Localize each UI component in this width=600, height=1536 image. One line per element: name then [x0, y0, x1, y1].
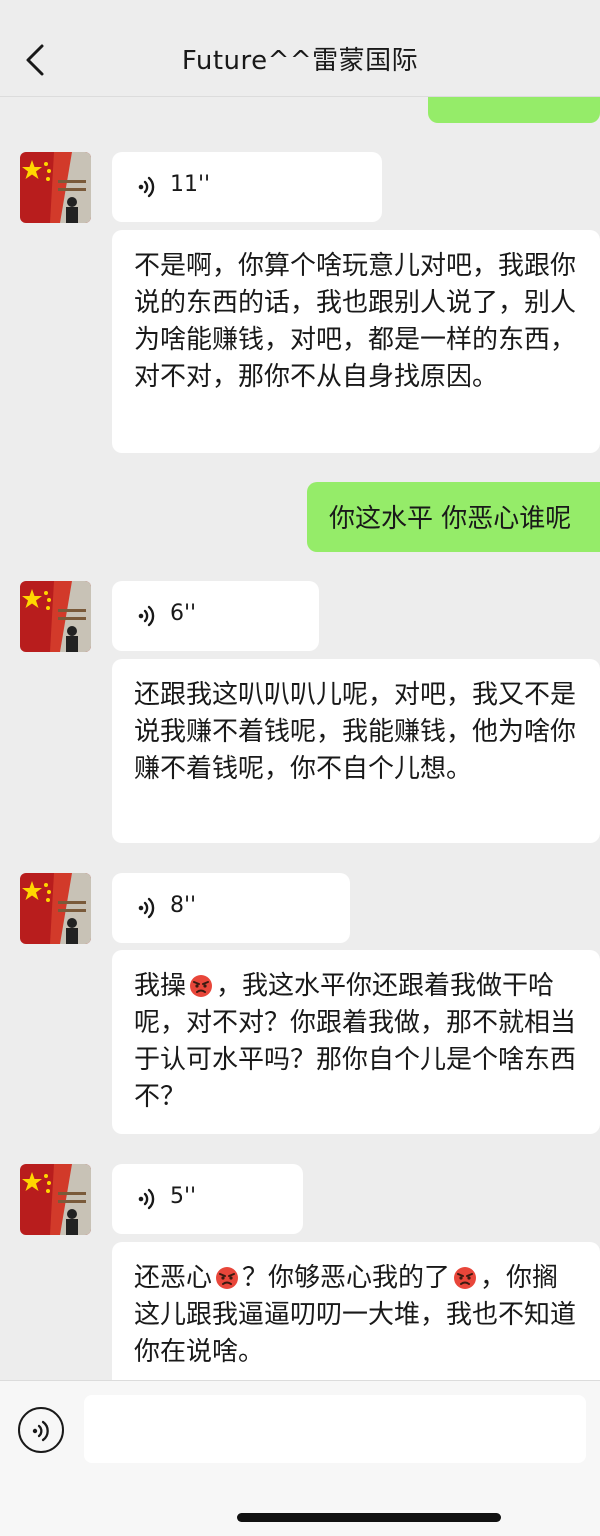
voice-message-bubble[interactable]: 6'' — [112, 581, 319, 651]
voice-input-button[interactable] — [18, 1407, 64, 1453]
angry-face-emoji-icon — [454, 1267, 477, 1289]
outgoing-message-bubble[interactable]: 你这水平 你恶心谁呢 — [307, 482, 600, 552]
message-input[interactable] — [84, 1395, 586, 1463]
outgoing-bubble-partial[interactable] — [428, 97, 600, 123]
voice-waves-icon — [138, 1188, 155, 1210]
voice-input-icon — [32, 1420, 49, 1442]
contact-avatar[interactable] — [20, 152, 91, 223]
transcript-text: 还恶心 — [134, 1263, 213, 1293]
voice-waves-icon — [138, 897, 155, 919]
voice-duration: 11'' — [170, 172, 211, 197]
transcript-text: 还跟我这叭叭叭儿呢，对吧，我又不是说我赚不着钱呢，我能赚钱，他为啥你赚不着钱呢，… — [134, 680, 577, 784]
message-list[interactable]: 11'' 不是啊，你算个啥玩意儿对吧，我跟你说的东西的话，我也跟别人说了，别人为… — [0, 97, 600, 1380]
voice-waves-icon — [138, 605, 155, 627]
outgoing-message-text: 你这水平 你恶心谁呢 — [329, 504, 572, 534]
home-indicator — [237, 1513, 501, 1522]
voice-transcript: 还跟我这叭叭叭儿呢，对吧，我又不是说我赚不着钱呢，我能赚钱，他为啥你赚不着钱呢，… — [112, 659, 600, 843]
transcript-text: ？你够恶心我的了 — [242, 1263, 451, 1293]
voice-waves-icon — [138, 176, 155, 198]
contact-avatar[interactable] — [20, 1164, 91, 1235]
voice-message-bubble[interactable]: 5'' — [112, 1164, 303, 1234]
contact-avatar[interactable] — [20, 581, 91, 652]
chat-title: Future^^雷蒙国际 — [181, 46, 419, 76]
chat-header: Future^^雷蒙国际 — [0, 0, 600, 97]
angry-face-emoji-icon — [216, 1267, 239, 1289]
voice-transcript: 我操 ，我这水平你还跟着我做干哈呢，对不对？你跟着我做，那不就相当于认可水平吗？… — [112, 950, 600, 1134]
voice-transcript: 还恶心 ？你够恶心我的了 ，你搁这儿跟我逼逼叨叨一大堆，我也不知道你在说啥。 — [112, 1242, 600, 1380]
angry-face-emoji-icon — [190, 975, 213, 997]
voice-duration: 5'' — [170, 1184, 197, 1209]
voice-duration: 6'' — [170, 601, 197, 626]
contact-avatar[interactable] — [20, 873, 91, 944]
voice-message-bubble[interactable]: 11'' — [112, 152, 382, 222]
transcript-text: 我操 — [134, 971, 187, 1001]
voice-duration: 8'' — [170, 893, 197, 918]
voice-transcript: 不是啊，你算个啥玩意儿对吧，我跟你说的东西的话，我也跟别人说了，别人为啥能赚钱，… — [112, 230, 600, 453]
transcript-text: 不是啊，你算个啥玩意儿对吧，我跟你说的东西的话，我也跟别人说了，别人为啥能赚钱，… — [134, 251, 577, 392]
voice-message-bubble[interactable]: 8'' — [112, 873, 350, 943]
